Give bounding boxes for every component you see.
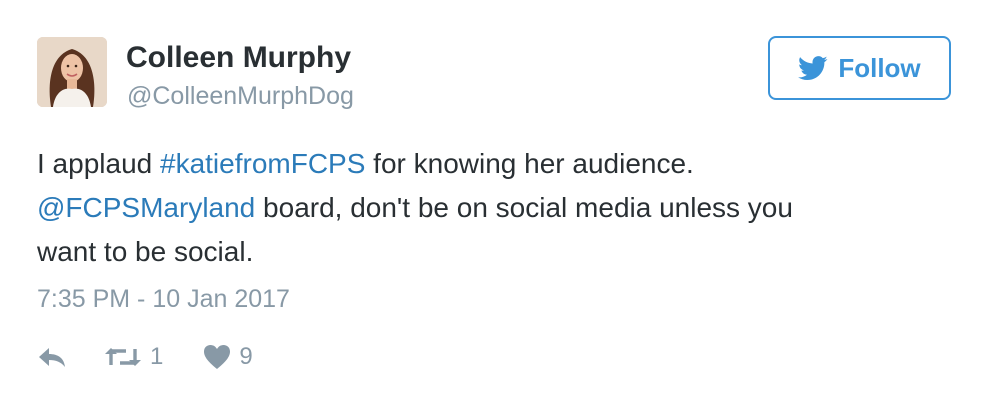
- profile-photo: [37, 37, 107, 107]
- tweet-line-1: I applaud #katiefromFCPS for knowing her…: [37, 142, 937, 186]
- retweet-count: 1: [150, 343, 164, 370]
- mention-link[interactable]: @FCPSMaryland: [37, 192, 255, 223]
- retweet-button[interactable]: 1: [104, 342, 163, 372]
- reply-button[interactable]: [37, 345, 67, 369]
- like-count: 9: [239, 343, 253, 370]
- heart-icon: [204, 345, 231, 369]
- tweet-timestamp[interactable]: 7:35 PM - 10 Jan 2017: [37, 284, 290, 314]
- follow-label: Follow: [838, 53, 921, 83]
- avatar[interactable]: [37, 37, 107, 107]
- hashtag-link[interactable]: #katiefromFCPS: [160, 148, 365, 179]
- author-name[interactable]: Colleen Murphy: [126, 40, 351, 76]
- reply-icon: [39, 348, 65, 367]
- twitter-bird-icon: [798, 55, 828, 80]
- tweet-text-segment: I applaud: [37, 148, 160, 179]
- tweet-line-3: want to be social.: [37, 230, 937, 274]
- follow-button[interactable]: Follow: [768, 36, 951, 100]
- tweet-actions: 1 9: [37, 340, 253, 374]
- tweet-text: I applaud #katiefromFCPS for knowing her…: [37, 142, 937, 274]
- tweet-line-2: @FCPSMaryland board, don't be on social …: [37, 186, 937, 230]
- tweet-text-segment: want to be social.: [37, 236, 254, 267]
- tweet-card: Colleen Murphy @ColleenMurphDog Follow I…: [0, 0, 992, 404]
- tweet-text-segment: for knowing her audience.: [365, 148, 694, 179]
- tweet-text-segment: board, don't be on social media unless y…: [255, 192, 793, 223]
- retweet-icon: [105, 348, 141, 366]
- author-handle[interactable]: @ColleenMurphDog: [127, 81, 354, 111]
- like-button[interactable]: 9: [203, 342, 253, 372]
